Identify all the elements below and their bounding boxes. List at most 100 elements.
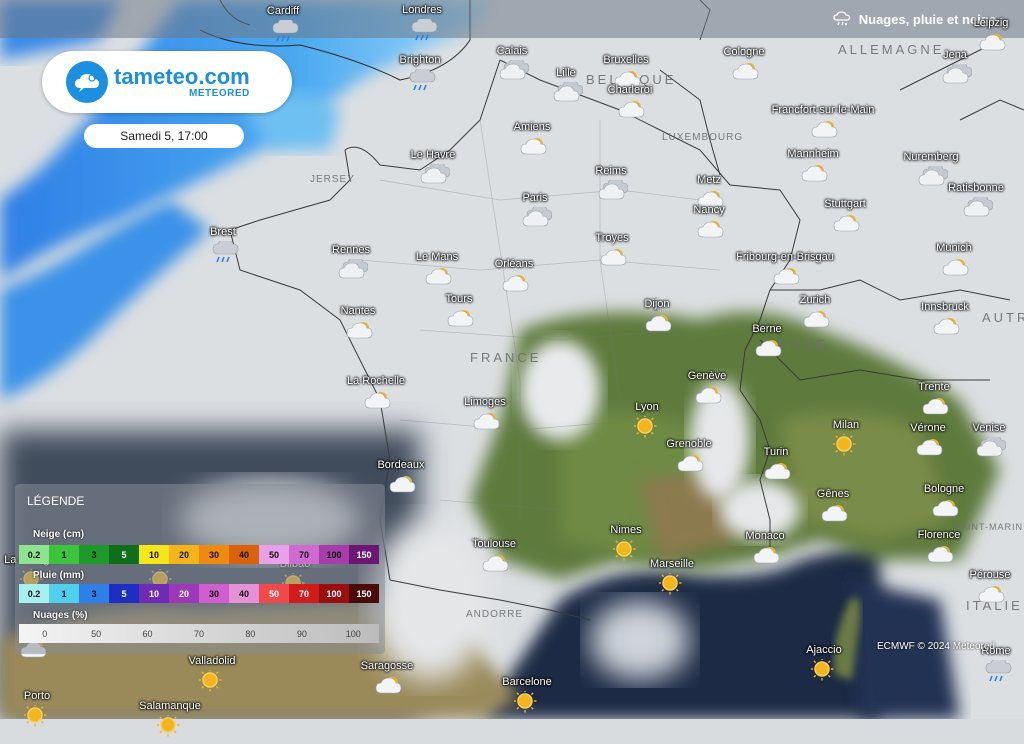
partly-cloudy-weather-icon[interactable] xyxy=(644,313,674,342)
rain-weather-icon[interactable] xyxy=(270,17,300,51)
partly-cloudy-weather-icon[interactable] xyxy=(754,338,784,367)
cloudy-weather-icon[interactable] xyxy=(338,256,369,288)
partly-cloudy-weather-icon[interactable] xyxy=(802,309,832,338)
city-label[interactable]: Pérouse xyxy=(970,569,1011,581)
city-label[interactable]: Nuremberg xyxy=(903,151,958,163)
partly-cloudy-weather-icon[interactable] xyxy=(926,544,956,573)
partly-cloudy-weather-icon[interactable] xyxy=(752,545,782,574)
city-label[interactable]: Grenoble xyxy=(666,438,711,450)
partly-cloudy-weather-icon[interactable] xyxy=(481,553,511,582)
city-label[interactable]: Munich xyxy=(936,242,971,254)
city-label[interactable]: Amiens xyxy=(514,121,551,133)
city-label[interactable]: Salamanque xyxy=(139,700,201,712)
city-label[interactable]: Nimes xyxy=(610,524,641,536)
cloudy-weather-icon[interactable] xyxy=(598,177,629,209)
partly-cloudy-weather-icon[interactable] xyxy=(345,320,375,349)
city-label[interactable]: Barcelone xyxy=(502,676,552,688)
city-label[interactable]: Metz xyxy=(697,174,721,186)
city-label[interactable]: Le Havre xyxy=(411,149,456,161)
city-label[interactable]: Bruxelles xyxy=(603,54,648,66)
partly-cloudy-weather-icon[interactable] xyxy=(501,273,531,302)
partly-cloudy-weather-icon[interactable] xyxy=(599,247,629,276)
sunny-weather-icon[interactable] xyxy=(513,689,540,720)
city-label[interactable]: Cologne xyxy=(724,46,765,58)
city-label[interactable]: Genève xyxy=(688,370,727,382)
rain-weather-icon[interactable] xyxy=(983,657,1013,691)
city-label[interactable]: Berne xyxy=(752,323,781,335)
city-label[interactable]: Calais xyxy=(497,45,528,57)
partly-cloudy-weather-icon[interactable] xyxy=(763,461,793,490)
city-label[interactable]: Saragosse xyxy=(361,660,414,672)
city-label[interactable]: Fribourg-en-Brisgau xyxy=(736,251,834,263)
partly-cloudy-weather-icon[interactable] xyxy=(915,437,945,466)
partly-cloudy-weather-icon[interactable] xyxy=(694,385,724,414)
city-label[interactable]: Troyes xyxy=(595,232,628,244)
city-label[interactable]: Mannheim xyxy=(787,148,838,160)
city-label[interactable]: Venise xyxy=(972,422,1005,434)
city-label[interactable]: Stuttgart xyxy=(824,198,866,210)
city-label[interactable]: Monaco xyxy=(745,530,784,542)
partly-cloudy-weather-icon[interactable] xyxy=(676,453,706,482)
cloudy-weather-icon[interactable] xyxy=(963,194,994,226)
city-label[interactable]: Charleroi xyxy=(608,84,653,96)
city-label[interactable]: Orléans xyxy=(495,258,534,270)
partly-cloudy-weather-icon[interactable] xyxy=(800,163,830,192)
partly-cloudy-weather-icon[interactable] xyxy=(731,61,761,90)
city-label[interactable]: Londres xyxy=(402,4,442,16)
cloudy-weather-icon[interactable] xyxy=(522,204,553,236)
cloudy-weather-icon[interactable] xyxy=(976,434,1007,466)
partly-cloudy-weather-icon[interactable] xyxy=(519,136,549,165)
cloudy-weather-icon[interactable] xyxy=(918,163,949,195)
partly-cloudy-weather-icon[interactable] xyxy=(446,308,476,337)
partly-cloudy-weather-icon[interactable] xyxy=(820,503,850,532)
partly-cloudy-weather-icon[interactable] xyxy=(977,584,1007,613)
partly-cloudy-weather-icon[interactable] xyxy=(810,119,840,148)
rain-weather-icon[interactable] xyxy=(407,66,437,100)
cloudy-weather-icon[interactable] xyxy=(942,61,973,93)
city-label[interactable]: Trente xyxy=(918,381,949,393)
city-label[interactable]: Ajaccio xyxy=(806,644,841,656)
city-label[interactable]: Reims xyxy=(595,165,626,177)
city-label[interactable]: Vérone xyxy=(910,422,945,434)
city-label[interactable]: Brighton xyxy=(400,54,441,66)
city-label[interactable]: Leipzig xyxy=(974,17,1009,29)
city-label[interactable]: Gênes xyxy=(817,488,849,500)
partly-cloudy-weather-icon[interactable] xyxy=(388,474,418,503)
city-label[interactable]: Brest xyxy=(210,226,236,238)
sunny-weather-icon[interactable] xyxy=(23,703,50,734)
partly-cloudy-weather-icon[interactable] xyxy=(472,411,502,440)
city-label[interactable]: Jena xyxy=(943,49,967,61)
city-label[interactable]: Valladolid xyxy=(189,655,236,667)
sunny-weather-icon[interactable] xyxy=(658,571,685,602)
city-label[interactable]: Rennes xyxy=(332,244,370,256)
tameteo-logo[interactable]: tameteo.com METEORED xyxy=(42,51,292,113)
partly-cloudy-weather-icon[interactable] xyxy=(932,316,962,345)
sunny-weather-icon[interactable] xyxy=(810,657,837,688)
city-label[interactable]: Paris xyxy=(522,192,547,204)
partly-cloudy-weather-icon[interactable] xyxy=(617,99,647,128)
city-label[interactable]: Bordeaux xyxy=(377,459,424,471)
partly-cloudy-weather-icon[interactable] xyxy=(696,219,726,248)
partly-cloudy-weather-icon[interactable] xyxy=(832,213,862,242)
partly-cloudy-weather-icon[interactable] xyxy=(772,266,802,295)
partly-cloudy-weather-icon[interactable] xyxy=(921,396,951,425)
sunny-weather-icon[interactable] xyxy=(198,668,225,699)
layer-title[interactable]: Nuages, pluie et neige xyxy=(833,11,996,27)
city-label[interactable]: Innsbruck xyxy=(921,301,969,313)
city-label[interactable]: Marseille xyxy=(650,558,694,570)
sunny-weather-icon[interactable] xyxy=(612,537,639,568)
partly-cloudy-weather-icon[interactable] xyxy=(941,257,971,286)
partly-cloudy-weather-icon[interactable] xyxy=(978,32,1008,61)
city-label[interactable]: Milan xyxy=(833,419,859,431)
city-label[interactable]: Zurich xyxy=(800,294,831,306)
partly-cloudy-weather-icon[interactable] xyxy=(374,675,404,704)
rain-weather-icon[interactable] xyxy=(409,16,439,50)
partly-cloudy-weather-icon[interactable] xyxy=(931,498,961,527)
city-label[interactable]: Turin xyxy=(764,446,789,458)
partly-cloudy-weather-icon[interactable] xyxy=(424,266,454,295)
sunny-weather-icon[interactable] xyxy=(633,414,660,445)
sunny-weather-icon[interactable] xyxy=(832,432,859,463)
city-label[interactable]: Bologne xyxy=(924,483,964,495)
rain-weather-icon[interactable] xyxy=(210,238,240,272)
city-label[interactable]: La Rochelle xyxy=(347,375,405,387)
